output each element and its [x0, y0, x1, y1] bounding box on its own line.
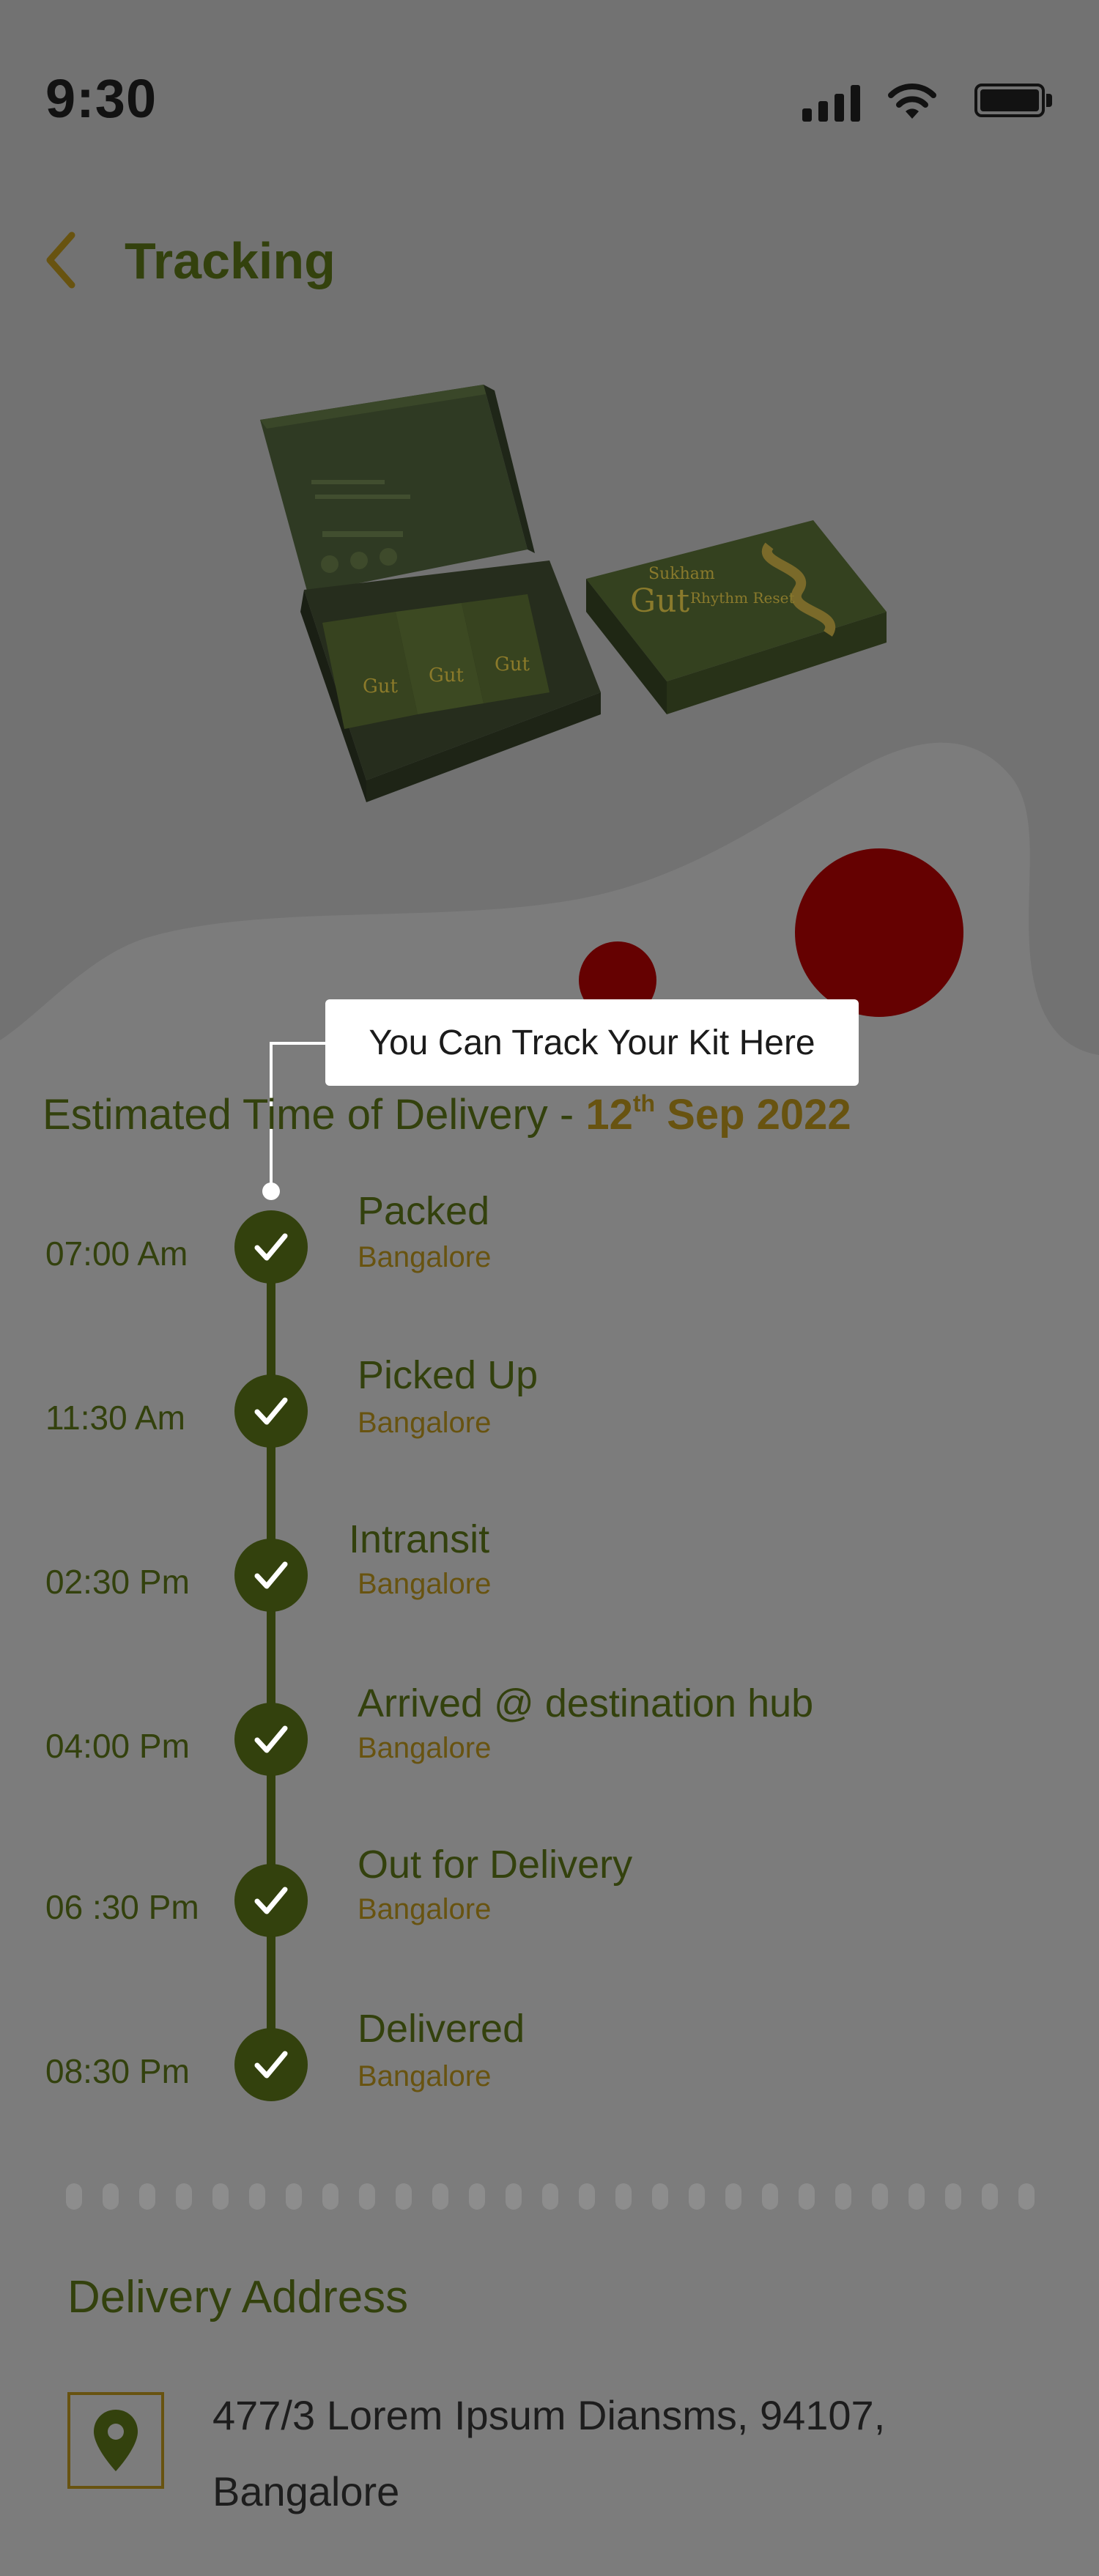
timeline-step: 11:30 Am Picked Up Bangalore — [0, 1353, 1099, 1462]
svg-text:Gut: Gut — [429, 665, 465, 686]
back-chevron-icon[interactable] — [42, 231, 79, 289]
step-status: Packed — [358, 1189, 490, 1233]
svg-text:Gut: Gut — [495, 654, 530, 676]
divider-dot — [432, 2183, 448, 2210]
divider-dot — [103, 2183, 119, 2210]
status-bar-time: 9:30 — [45, 68, 158, 129]
eta-date: 12th Sep 2022 — [585, 1090, 851, 1139]
divider-dot — [249, 2183, 265, 2210]
divider-dot — [835, 2183, 851, 2210]
callout-connector — [271, 1042, 327, 1045]
step-status: Intransit — [349, 1517, 490, 1561]
step-location: Bangalore — [358, 2060, 492, 2092]
divider-dot — [396, 2183, 412, 2210]
divider-dot — [909, 2183, 925, 2210]
delivery-address-text: 477/3 Lorem Ipsum Diansms, 94107, Bangal… — [212, 2392, 886, 2514]
location-pin-icon — [94, 2410, 138, 2471]
check-icon — [234, 1539, 308, 1612]
divider-dot — [139, 2183, 155, 2210]
divider-dot — [615, 2183, 632, 2210]
tooltip-text: You Can Track Your Kit Here — [369, 1023, 815, 1062]
step-status: Delivered — [358, 2007, 525, 2051]
check-icon — [234, 1210, 308, 1284]
step-location: Bangalore — [358, 1241, 492, 1273]
divider-dot — [286, 2183, 302, 2210]
divider-dot — [1018, 2183, 1035, 2210]
timeline-step: 06 :30 Pm Out for Delivery Bangalore — [0, 1843, 1099, 1952]
step-status: Out for Delivery — [358, 1843, 633, 1887]
divider-dot — [652, 2183, 668, 2210]
divider-dot — [212, 2183, 229, 2210]
dotted-divider — [66, 2183, 1035, 2213]
timeline-step: 08:30 Pm Delivered Bangalore — [0, 2007, 1099, 2116]
svg-text:Gut: Gut — [363, 676, 399, 697]
step-location: Bangalore — [358, 1568, 492, 1600]
product-box-brand: Sukham — [648, 565, 715, 583]
decorative-circle-large — [795, 848, 963, 1017]
step-time: 11:30 Am — [45, 1399, 185, 1437]
cellular-signal-icon — [802, 85, 861, 122]
check-icon — [234, 1864, 308, 1937]
callout-anchor-dot — [262, 1182, 280, 1200]
page-title: Tracking — [125, 232, 336, 289]
estimated-delivery: Estimated Time of Delivery - 12th Sep 20… — [42, 1090, 851, 1139]
timeline-step: 04:00 Pm Arrived @ destination hub Banga… — [0, 1681, 1099, 1791]
divider-dot — [176, 2183, 192, 2210]
step-location: Bangalore — [358, 1732, 492, 1764]
step-time: 08:30 Pm — [45, 2052, 190, 2090]
tracking-tooltip[interactable]: You Can Track Your Kit Here — [325, 999, 859, 1086]
step-time: 06 :30 Pm — [45, 1888, 199, 1926]
step-time: 04:00 Pm — [45, 1727, 190, 1765]
product-box-subtitle: Rhythm Reset — [690, 589, 795, 607]
divider-dot — [66, 2183, 82, 2210]
divider-dot — [799, 2183, 815, 2210]
divider-dot — [945, 2183, 961, 2210]
divider-dot — [725, 2183, 741, 2210]
product-box-name: Gut — [630, 582, 689, 620]
check-icon — [234, 2028, 308, 2101]
step-location: Bangalore — [358, 1893, 492, 1925]
divider-dot — [689, 2183, 705, 2210]
divider-dot — [579, 2183, 595, 2210]
step-time: 02:30 Pm — [45, 1563, 190, 1601]
divider-dot — [542, 2183, 558, 2210]
divider-dot — [469, 2183, 485, 2210]
check-icon — [234, 1374, 308, 1448]
divider-dot — [322, 2183, 338, 2210]
location-pin-box — [67, 2392, 164, 2489]
product-kit-image: Gut Gut Gut Gut Sukham Rhythm Reset — [260, 385, 887, 802]
divider-dot — [506, 2183, 522, 2210]
wifi-icon — [888, 84, 936, 119]
delivery-address-title: Delivery Address — [67, 2272, 409, 2323]
step-location: Bangalore — [358, 1407, 492, 1439]
divider-dot — [359, 2183, 375, 2210]
eta-label: Estimated Time of Delivery - — [42, 1091, 586, 1139]
battery-icon — [974, 84, 1054, 120]
divider-dot — [872, 2183, 888, 2210]
divider-dot — [762, 2183, 778, 2210]
divider-dot — [982, 2183, 998, 2210]
check-icon — [234, 1703, 308, 1776]
step-time: 07:00 Am — [45, 1235, 188, 1273]
step-status: Picked Up — [358, 1353, 539, 1397]
timeline-step: 07:00 Am Packed Bangalore — [0, 1189, 1099, 1298]
timeline-step: 02:30 Pm Intransit Bangalore — [0, 1517, 1099, 1626]
step-status: Arrived @ destination hub — [358, 1681, 814, 1725]
